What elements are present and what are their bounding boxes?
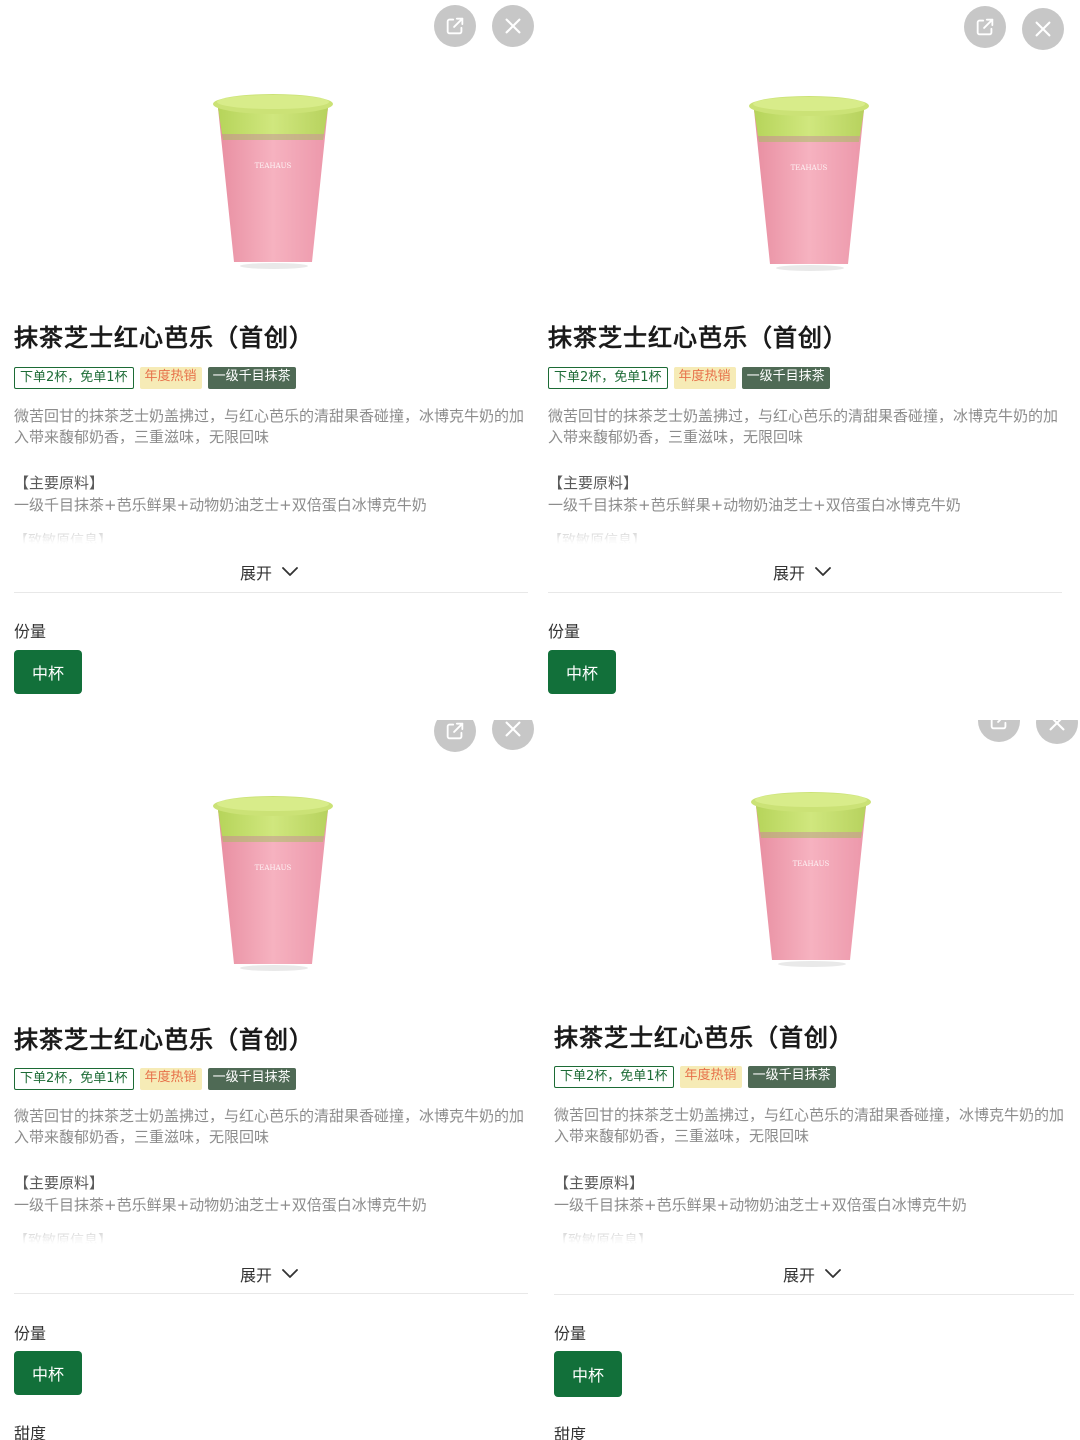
size-label: 份量 bbox=[14, 622, 47, 641]
promo-tag: 下单2杯，免单1杯 bbox=[554, 1066, 674, 1088]
svg-text:TEAHAUS: TEAHAUS bbox=[793, 860, 830, 868]
matcha-grade-tag: 一级千目抹茶 bbox=[207, 367, 296, 389]
size-label: 份量 bbox=[554, 1324, 587, 1343]
divider bbox=[14, 1293, 528, 1294]
sweetness-label: 甜度 bbox=[14, 1424, 47, 1440]
collapsed-text-preview: 【致敏原信息】 bbox=[14, 530, 526, 550]
share-button[interactable] bbox=[434, 720, 476, 752]
divider bbox=[554, 1294, 1074, 1295]
ingredients-title: 【主要原料】 bbox=[14, 474, 105, 492]
close-button[interactable] bbox=[492, 5, 534, 47]
collapsed-text-preview: 【致敏原信息】 bbox=[554, 1230, 1066, 1250]
product-title: 抹茶芝士红心芭乐（首创） bbox=[548, 324, 848, 352]
close-icon bbox=[505, 721, 521, 737]
collapsed-text-preview: 【致敏原信息】 bbox=[548, 530, 1060, 550]
drink-cup-image: TEAHAUS bbox=[213, 796, 333, 971]
ingredients-text: 一级千目抹茶+芭乐鲜果+动物奶油芝士+双倍蛋白冰博克牛奶 bbox=[14, 496, 427, 514]
product-panel-bottom-right: TEAHAUS 抹茶芝士红心芭乐（首创） 下单2杯，免单1杯 年度热销 一级千目… bbox=[540, 720, 1080, 1440]
chevron-down-icon bbox=[825, 1269, 841, 1278]
tag-list: 下单2杯，免单1杯 年度热销 一级千目抹茶 bbox=[14, 367, 296, 389]
product-image: TEAHAUS bbox=[744, 92, 874, 272]
ingredients-text: 一级千目抹茶+芭乐鲜果+动物奶油芝士+双倍蛋白冰博克牛奶 bbox=[554, 1196, 967, 1214]
chevron-down-icon bbox=[815, 567, 831, 576]
product-description: 微苦回甘的抹茶芝士奶盖拂过，与红心芭乐的清甜果香碰撞，冰博克牛奶的加入带来馥郁奶… bbox=[14, 407, 525, 446]
share-button[interactable] bbox=[434, 5, 476, 47]
expand-button[interactable]: 展开 bbox=[773, 560, 831, 584]
size-option-medium[interactable]: 中杯 bbox=[14, 650, 82, 694]
promo-tag: 下单2杯，免单1杯 bbox=[548, 367, 668, 389]
svg-text:TEAHAUS: TEAHAUS bbox=[255, 162, 292, 170]
product-panel-bottom-left: TEAHAUS 抹茶芝士红心芭乐（首创） 下单2杯，免单1杯 年度热销 一级千目… bbox=[0, 720, 540, 1440]
divider bbox=[548, 592, 1062, 593]
sweetness-label: 甜度 bbox=[554, 1425, 587, 1440]
close-icon bbox=[1035, 21, 1051, 37]
close-button[interactable] bbox=[1036, 720, 1078, 744]
matcha-grade-tag: 一级千目抹茶 bbox=[747, 1066, 836, 1088]
product-title: 抹茶芝士红心芭乐（首创） bbox=[14, 324, 314, 352]
product-panel-top-right: TEAHAUS 抹茶芝士红心芭乐（首创） 下单2杯，免单1杯 年度热销 一级千目… bbox=[540, 0, 1080, 720]
size-option-medium[interactable]: 中杯 bbox=[554, 1351, 622, 1397]
matcha-grade-tag: 一级千目抹茶 bbox=[207, 1068, 296, 1090]
product-description: 微苦回甘的抹茶芝士奶盖拂过，与红心芭乐的清甜果香碰撞，冰博克牛奶的加入带来馥郁奶… bbox=[548, 407, 1059, 446]
product-description: 微苦回甘的抹茶芝士奶盖拂过，与红心芭乐的清甜果香碰撞，冰博克牛奶的加入带来馥郁奶… bbox=[14, 1107, 525, 1146]
product-panel-top-left: TEAHAUS 抹茶芝士红心芭乐（首创） 下单2杯，免单1杯 年度热销 一级千目… bbox=[0, 0, 540, 720]
share-icon bbox=[976, 18, 994, 36]
tag-list: 下单2杯，免单1杯 年度热销 一级千目抹茶 bbox=[554, 1066, 836, 1088]
share-button[interactable] bbox=[964, 6, 1006, 48]
share-icon bbox=[446, 17, 464, 35]
tag-list: 下单2杯，免单1杯 年度热销 一级千目抹茶 bbox=[548, 367, 830, 389]
close-button[interactable] bbox=[1022, 8, 1064, 50]
bestseller-tag: 年度热销 bbox=[139, 1068, 202, 1090]
collapsed-text-preview: 【致敏原信息】 bbox=[14, 1230, 526, 1250]
product-description: 微苦回甘的抹茶芝士奶盖拂过，与红心芭乐的清甜果香碰撞，冰博克牛奶的加入带来馥郁奶… bbox=[554, 1106, 1065, 1145]
svg-text:TEAHAUS: TEAHAUS bbox=[791, 164, 828, 172]
svg-text:TEAHAUS: TEAHAUS bbox=[255, 864, 292, 872]
expand-label: 展开 bbox=[240, 1266, 273, 1285]
chevron-down-icon bbox=[282, 1269, 298, 1278]
tag-list: 下单2杯，免单1杯 年度热销 一级千目抹茶 bbox=[14, 1068, 296, 1090]
promo-tag: 下单2杯，免单1杯 bbox=[14, 1068, 134, 1090]
size-label: 份量 bbox=[548, 622, 581, 641]
divider bbox=[14, 592, 528, 593]
matcha-grade-tag: 一级千目抹茶 bbox=[741, 367, 830, 389]
product-title: 抹茶芝士红心芭乐（首创） bbox=[554, 1024, 854, 1052]
ingredients-text: 一级千目抹茶+芭乐鲜果+动物奶油芝士+双倍蛋白冰博克牛奶 bbox=[14, 1196, 427, 1214]
product-image: TEAHAUS bbox=[208, 90, 338, 270]
close-icon bbox=[1049, 720, 1065, 731]
chevron-down-icon bbox=[282, 567, 298, 576]
expand-button[interactable]: 展开 bbox=[783, 1262, 841, 1286]
size-option-medium[interactable]: 中杯 bbox=[14, 1351, 82, 1395]
screenshot-grid: TEAHAUS 抹茶芝士红心芭乐（首创） 下单2杯，免单1杯 年度热销 一级千目… bbox=[0, 0, 1080, 1440]
share-icon bbox=[446, 722, 464, 740]
ingredients-title: 【主要原料】 bbox=[554, 1174, 645, 1192]
share-button[interactable] bbox=[978, 720, 1020, 742]
share-icon bbox=[990, 720, 1007, 730]
size-option-medium[interactable]: 中杯 bbox=[548, 650, 616, 694]
ingredients-title: 【主要原料】 bbox=[14, 1174, 105, 1192]
expand-button[interactable]: 展开 bbox=[240, 560, 298, 584]
bestseller-tag: 年度热销 bbox=[139, 367, 202, 389]
expand-label: 展开 bbox=[783, 1266, 816, 1285]
close-icon bbox=[505, 18, 521, 34]
product-image: TEAHAUS bbox=[746, 788, 876, 968]
ingredients-text: 一级千目抹茶+芭乐鲜果+动物奶油芝士+双倍蛋白冰博克牛奶 bbox=[548, 496, 961, 514]
expand-label: 展开 bbox=[240, 564, 273, 583]
drink-cup-image: TEAHAUS bbox=[751, 792, 871, 967]
size-label: 份量 bbox=[14, 1324, 47, 1343]
product-title: 抹茶芝士红心芭乐（首创） bbox=[14, 1026, 314, 1054]
expand-label: 展开 bbox=[773, 564, 806, 583]
expand-button[interactable]: 展开 bbox=[240, 1262, 298, 1286]
product-image: TEAHAUS bbox=[208, 792, 338, 972]
ingredients-title: 【主要原料】 bbox=[548, 474, 639, 492]
bestseller-tag: 年度热销 bbox=[679, 1066, 742, 1088]
close-button[interactable] bbox=[492, 720, 534, 750]
bestseller-tag: 年度热销 bbox=[673, 367, 736, 389]
drink-cup-image: TEAHAUS bbox=[749, 96, 869, 271]
drink-cup-image: TEAHAUS bbox=[213, 94, 333, 269]
promo-tag: 下单2杯，免单1杯 bbox=[14, 367, 134, 389]
